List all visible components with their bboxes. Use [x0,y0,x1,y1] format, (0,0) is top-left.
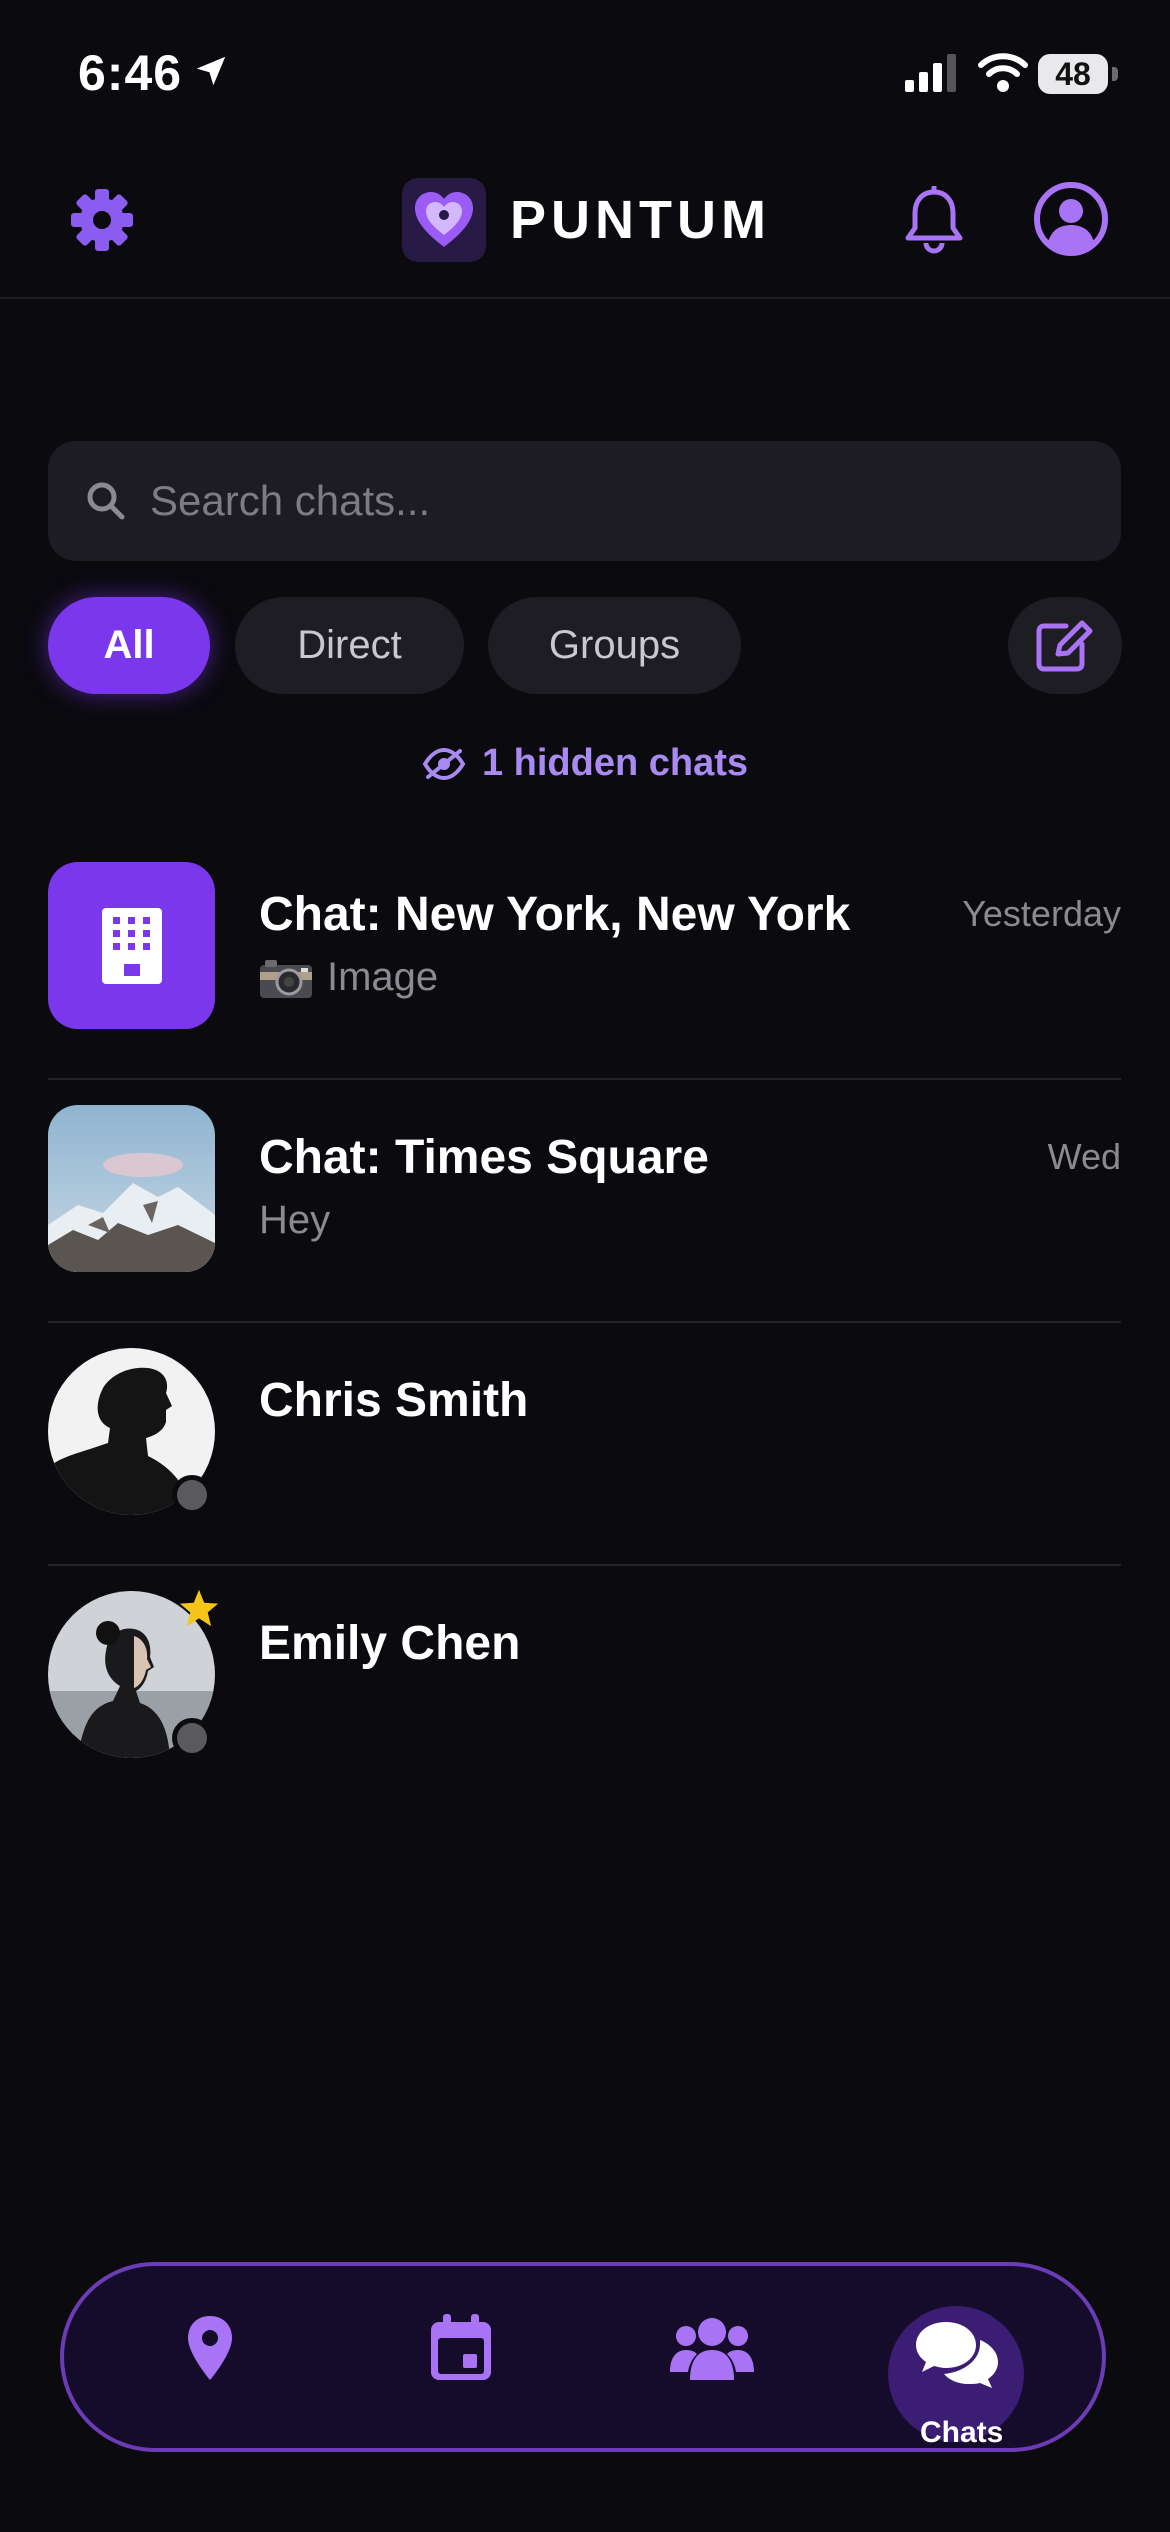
hidden-chats-link[interactable]: 1 hidden chats [0,742,1170,785]
chat-row[interactable]: Chat: Times Square Hey Wed [48,1080,1121,1323]
battery-indicator: 48 [1038,54,1118,94]
filter-all-chip[interactable]: All [48,597,210,694]
compose-button[interactable] [1008,597,1122,694]
notifications-bell-icon[interactable] [902,184,966,261]
location-arrow-icon [192,52,230,95]
chat-name: Chat: New York, New York [259,888,851,941]
chat-name: Chat: Times Square [259,1131,709,1184]
profile-avatar-icon[interactable] [1034,182,1108,261]
compose-icon [1036,620,1093,671]
eye-slash-icon [422,747,466,780]
chat-avatar [48,1105,215,1272]
cellular-signal-icon [905,54,959,97]
chat-row[interactable]: Chat: New York, New York Image Yesterday [48,837,1121,1080]
chat-time: Wed [1047,1136,1121,1177]
camera-icon [260,959,312,998]
map-pin-icon[interactable] [186,2314,234,2387]
chat-name: Emily Chen [259,1617,521,1670]
search-bar[interactable] [48,441,1121,561]
battery-level: 48 [1038,54,1108,94]
filter-direct-chip[interactable]: Direct [235,597,464,694]
chat-row[interactable]: Chris Smith [48,1323,1121,1566]
brand-name: PUNTUM [510,190,771,250]
mountain-photo [48,1105,215,1272]
settings-gear-icon[interactable] [70,188,134,257]
chat-preview-text: Image [327,955,439,999]
chats-tab-label: Chats [920,2416,1004,2449]
app-logo [402,178,486,262]
calendar-icon[interactable] [429,2314,493,2387]
wifi-icon [978,52,1028,97]
presence-status-dot [172,1718,212,1758]
presence-status-dot [172,1475,212,1515]
filter-groups-chip[interactable]: Groups [488,597,741,694]
chat-preview: Hey [259,1198,330,1243]
building-icon [101,907,162,984]
users-group-icon[interactable] [670,2314,754,2387]
status-time: 6:46 [78,45,183,101]
heart-logo-icon [415,192,473,247]
bottom-nav: Chats [60,2262,1106,2452]
search-input[interactable] [150,477,1050,525]
chat-preview: Image [259,955,438,1000]
chat-preview-text: Hey [259,1198,331,1242]
hidden-chats-label: 1 hidden chats [481,742,749,784]
chat-name: Chris Smith [259,1374,529,1427]
chat-row[interactable]: Emily Chen [48,1566,1121,1809]
chat-avatar [48,862,215,1029]
search-icon [86,481,126,521]
chat-time: Yesterday [962,893,1121,934]
header-divider [0,297,1170,299]
favorite-star-icon [178,1588,220,1633]
chat-bubbles-icon [916,2322,998,2388]
